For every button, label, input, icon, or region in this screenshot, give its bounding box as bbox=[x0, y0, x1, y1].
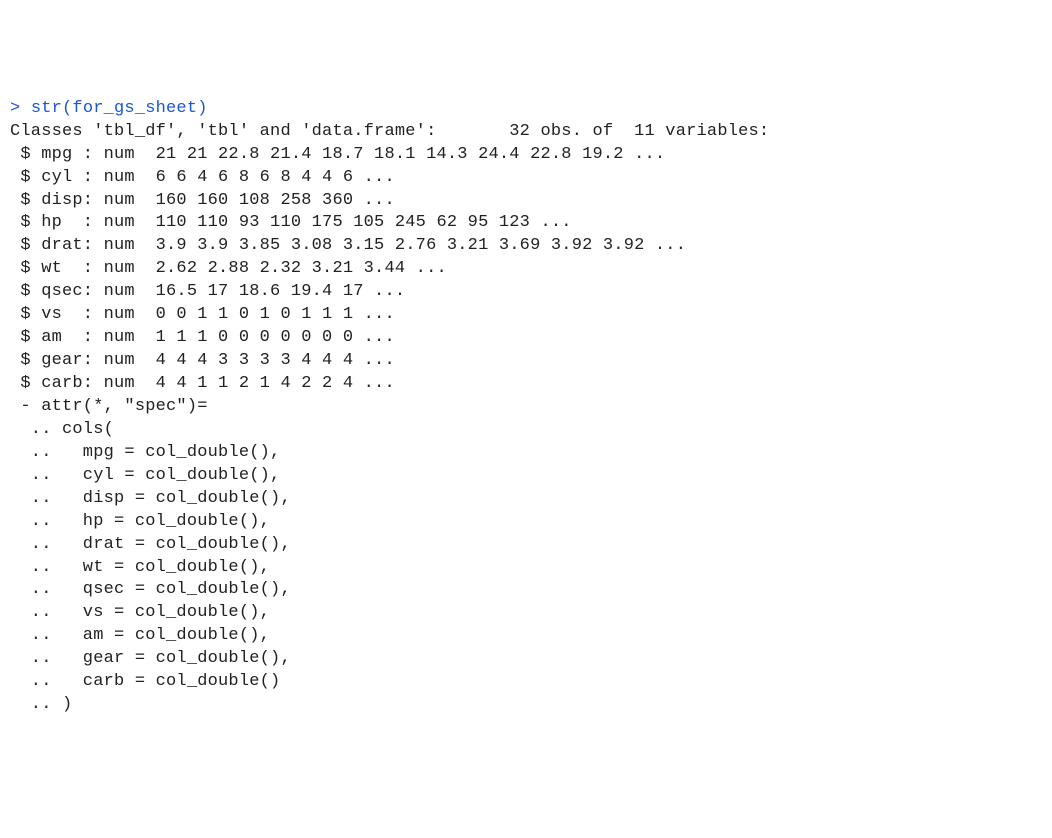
variable-line: $ hp : num 110 110 93 110 175 105 245 62… bbox=[10, 212, 1042, 235]
spec-col-line: .. qsec = col_double(), bbox=[10, 579, 1042, 602]
variable-line: $ wt : num 2.62 2.88 2.32 3.21 3.44 ... bbox=[10, 258, 1042, 281]
spec-col-line: .. mpg = col_double(), bbox=[10, 442, 1042, 465]
spec-col-line: .. wt = col_double(), bbox=[10, 557, 1042, 580]
variable-line: $ gear: num 4 4 4 3 3 3 3 4 4 4 ... bbox=[10, 350, 1042, 373]
variable-line: $ vs : num 0 0 1 1 0 1 0 1 1 1 ... bbox=[10, 304, 1042, 327]
cols-close: .. ) bbox=[10, 694, 1042, 717]
command-text: str(for_gs_sheet) bbox=[20, 99, 207, 118]
cols-open: .. cols( bbox=[10, 419, 1042, 442]
spec-col-line: .. hp = col_double(), bbox=[10, 511, 1042, 534]
attr-line: - attr(*, "spec")= bbox=[10, 396, 1042, 419]
spec-col-line: .. am = col_double(), bbox=[10, 625, 1042, 648]
variable-line: $ disp: num 160 160 108 258 360 ... bbox=[10, 190, 1042, 213]
spec-col-line: .. gear = col_double(), bbox=[10, 648, 1042, 671]
variable-line: $ cyl : num 6 6 4 6 8 6 8 4 4 6 ... bbox=[10, 167, 1042, 190]
variable-line: $ mpg : num 21 21 22.8 21.4 18.7 18.1 14… bbox=[10, 144, 1042, 167]
variable-line: $ drat: num 3.9 3.9 3.85 3.08 3.15 2.76 … bbox=[10, 235, 1042, 258]
command-line: > str(for_gs_sheet) bbox=[10, 98, 1042, 121]
spec-col-line: .. vs = col_double(), bbox=[10, 602, 1042, 625]
spec-col-line: .. carb = col_double() bbox=[10, 671, 1042, 694]
classes-line: Classes 'tbl_df', 'tbl' and 'data.frame'… bbox=[10, 121, 1042, 144]
spec-col-line: .. disp = col_double(), bbox=[10, 488, 1042, 511]
prompt-symbol: > bbox=[10, 99, 20, 118]
spec-col-line: .. cyl = col_double(), bbox=[10, 465, 1042, 488]
spec-col-line: .. drat = col_double(), bbox=[10, 534, 1042, 557]
variable-line: $ am : num 1 1 1 0 0 0 0 0 0 0 ... bbox=[10, 327, 1042, 350]
variable-line: $ carb: num 4 4 1 1 2 1 4 2 2 4 ... bbox=[10, 373, 1042, 396]
variable-line: $ qsec: num 16.5 17 18.6 19.4 17 ... bbox=[10, 281, 1042, 304]
